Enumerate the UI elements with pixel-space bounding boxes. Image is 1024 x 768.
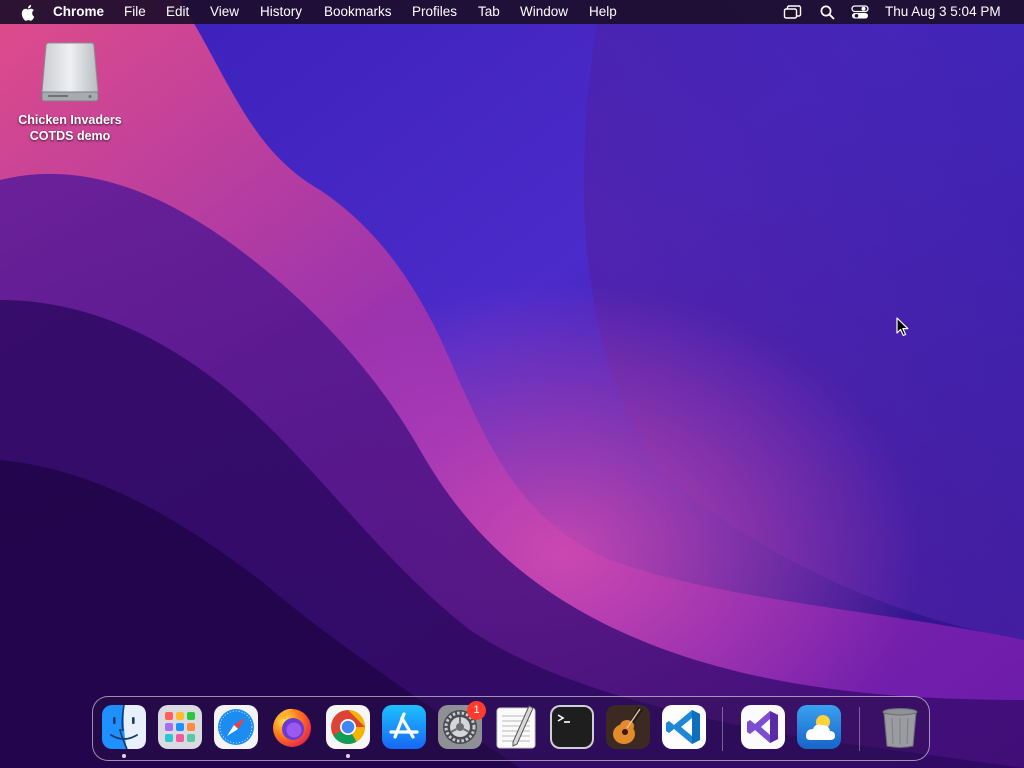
menu-edit[interactable]: Edit — [166, 4, 189, 20]
dock-running-indicator — [122, 754, 126, 758]
dock-running-indicator — [346, 754, 350, 758]
menu-bar: Chrome File Edit View History Bookmarks … — [0, 0, 1024, 24]
apple-menu-icon[interactable] — [19, 4, 35, 21]
dock-separator — [722, 707, 723, 751]
desktop-icon-label-line2: COTDS demo — [29, 129, 111, 143]
menu-tab[interactable]: Tab — [478, 4, 500, 20]
visual-studio-icon — [741, 705, 785, 749]
dock-terminal[interactable] — [549, 704, 595, 750]
menu-file[interactable]: File — [124, 4, 146, 20]
spotlight-search-icon[interactable] — [820, 4, 835, 20]
vscode-icon — [662, 705, 706, 749]
menu-view[interactable]: View — [210, 4, 239, 20]
menu-app-name[interactable]: Chrome — [53, 4, 104, 20]
external-drive-icon — [41, 42, 99, 102]
chrome-icon — [326, 705, 370, 749]
firefox-icon — [273, 708, 311, 747]
finder-icon — [102, 704, 146, 750]
menu-history[interactable]: History — [260, 4, 302, 20]
dock-garageband[interactable] — [605, 704, 651, 750]
menu-help[interactable]: Help — [589, 4, 617, 20]
dock-system-settings[interactable]: 1 — [437, 701, 486, 750]
dock-safari[interactable] — [213, 704, 259, 750]
dock-launchpad[interactable] — [157, 704, 203, 750]
menu-bookmarks[interactable]: Bookmarks — [324, 4, 392, 20]
dock-separator — [859, 707, 860, 751]
desktop-icon-label-line1: Chicken Invaders — [18, 113, 122, 127]
dock-vscode[interactable] — [661, 704, 707, 750]
dock-finder[interactable] — [101, 704, 147, 750]
launchpad-icon — [158, 705, 202, 749]
dock-chrome[interactable] — [325, 704, 371, 750]
dock: 1 — [92, 696, 930, 761]
screen-mirroring-icon[interactable] — [783, 4, 802, 20]
terminal-icon — [550, 705, 594, 749]
dock-firefox[interactable] — [269, 704, 315, 750]
dock-app-store[interactable] — [381, 704, 427, 750]
notification-badge: 1 — [467, 701, 486, 720]
menu-window[interactable]: Window — [520, 4, 568, 20]
safari-icon — [214, 705, 258, 749]
app-store-icon — [382, 705, 426, 749]
trash-icon — [882, 708, 918, 748]
textedit-icon — [496, 705, 536, 749]
mouse-cursor-icon — [896, 317, 909, 337]
dock-visual-studio[interactable] — [740, 704, 786, 750]
desktop-disk-icon[interactable]: Chicken Invaders COTDS demo — [14, 42, 126, 144]
dock-weather[interactable] — [796, 704, 842, 750]
menubar-clock[interactable]: Thu Aug 3 5:04 PM — [885, 4, 1001, 20]
menu-profiles[interactable]: Profiles — [412, 4, 457, 20]
desktop-wallpaper — [0, 0, 1024, 768]
dock-textedit[interactable] — [493, 704, 539, 750]
control-center-icon[interactable] — [851, 4, 869, 20]
dock-trash[interactable] — [877, 704, 923, 750]
weather-icon — [797, 705, 841, 749]
garageband-icon — [606, 705, 650, 749]
